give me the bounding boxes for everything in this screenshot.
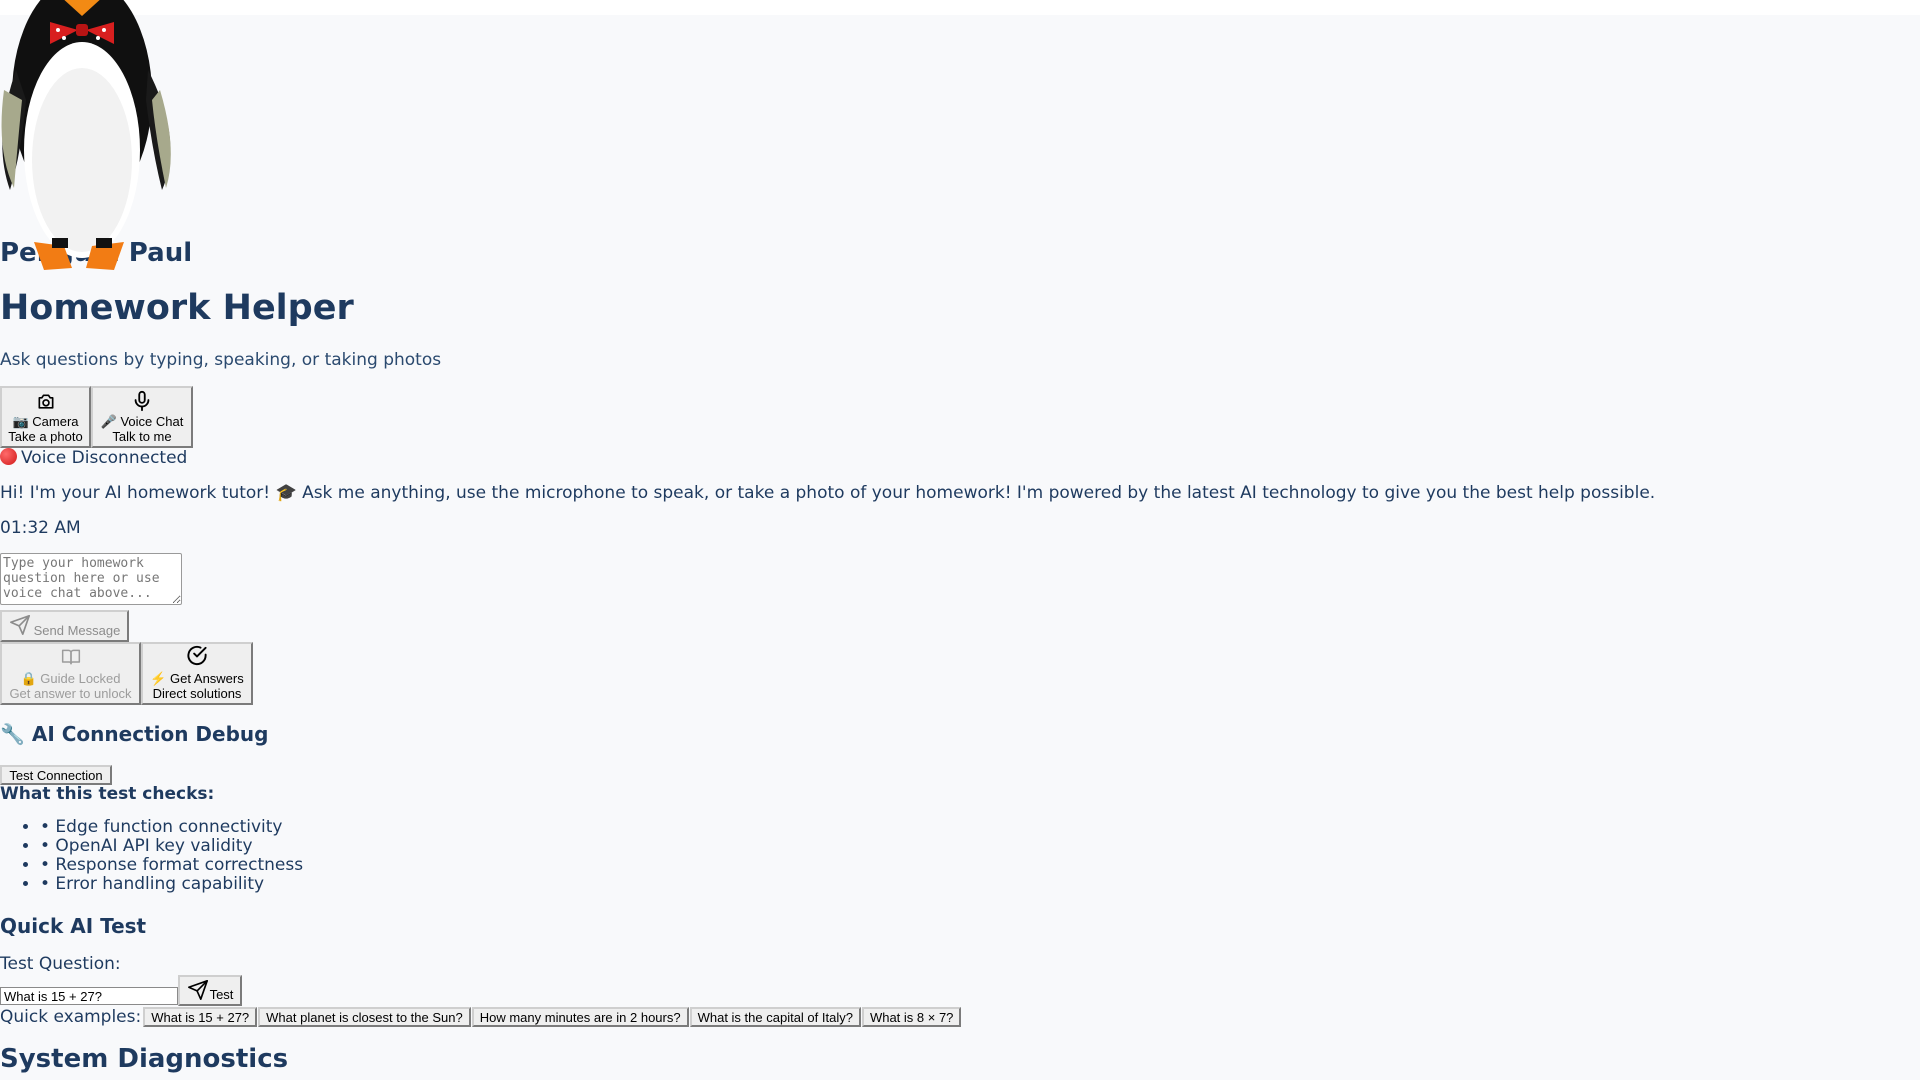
book-icon [61,649,80,665]
voice-chat-button-label: 🎤 Voice Chat [100,414,184,429]
voice-chat-button[interactable]: 🎤 Voice Chat Talk to me [91,386,193,448]
page-subtitle: Ask questions by typing, speaking, or ta… [0,350,442,370]
example-button[interactable]: How many minutes are in 2 hours? [471,1007,689,1027]
get-answers-sublabel: Direct solutions [152,686,242,701]
camera-button-label: 📷 Camera [12,414,79,429]
example-button[interactable]: What is 15 + 27? [143,1007,258,1027]
quick-examples: Quick examples: What is 15 + 27? What pl… [0,1007,962,1027]
get-answers-label: ⚡ Get Answers [150,671,244,686]
debug-section-title: 🔧 AI Connection Debug [0,722,269,746]
send-icon [187,980,208,1000]
question-input[interactable] [0,553,182,605]
guide-locked-label: 🔒 Guide Locked [20,671,121,686]
voice-status-text: Voice Disconnected [21,448,188,468]
list-item: • Edge function connectivity [40,818,303,837]
camera-button[interactable]: 📷 Camera Take a photo [0,386,91,448]
quick-examples-label: Quick examples: [0,1007,142,1027]
test-send-button[interactable]: Test [178,975,242,1006]
list-item: • OpenAI API key validity [40,837,303,856]
camera-button-sublabel: Take a photo [8,429,83,444]
list-item: • Response format correctness [40,856,303,875]
voice-chat-button-sublabel: Talk to me [112,429,172,444]
send-message-label: Send Message [33,623,121,638]
top-bar [0,0,1920,15]
page-title: Homework Helper [0,288,354,328]
get-answers-button[interactable]: ⚡ Get Answers Direct solutions [141,642,253,705]
system-diagnostics-title: System Diagnostics [0,1044,289,1074]
voice-status: Voice Disconnected [0,448,187,468]
status-dot-icon [0,448,17,465]
message-timestamp: 01:32 AM [0,518,81,538]
penguin-mascot-image [1,0,171,270]
example-button[interactable]: What is the capital of Italy? [689,1007,861,1027]
example-button[interactable]: What is 8 × 7? [861,1007,962,1027]
guide-locked-button[interactable]: 🔒 Guide Locked Get answer to unlock [0,642,141,705]
microphone-icon [134,390,150,412]
welcome-message: Hi! I'm your AI homework tutor! 🎓 Ask me… [0,483,1656,503]
test-question-input[interactable] [0,987,178,1005]
checks-list: • Edge function connectivity • OpenAI AP… [0,818,303,894]
quick-test-title: Quick AI Test [0,914,147,938]
checks-title: What this test checks: [0,784,215,804]
example-button[interactable]: What planet is closest to the Sun? [258,1007,471,1027]
test-send-label: Test [209,987,234,1002]
list-item: • Error handling capability [40,875,303,894]
check-circle-icon [187,645,207,666]
send-message-button[interactable]: Send Message [0,610,129,642]
camera-icon [38,394,54,409]
test-question-label: Test Question: [0,954,121,974]
send-icon [9,615,30,635]
guide-locked-sublabel: Get answer to unlock [9,686,132,701]
test-connection-button[interactable]: Test Connection [0,765,112,785]
